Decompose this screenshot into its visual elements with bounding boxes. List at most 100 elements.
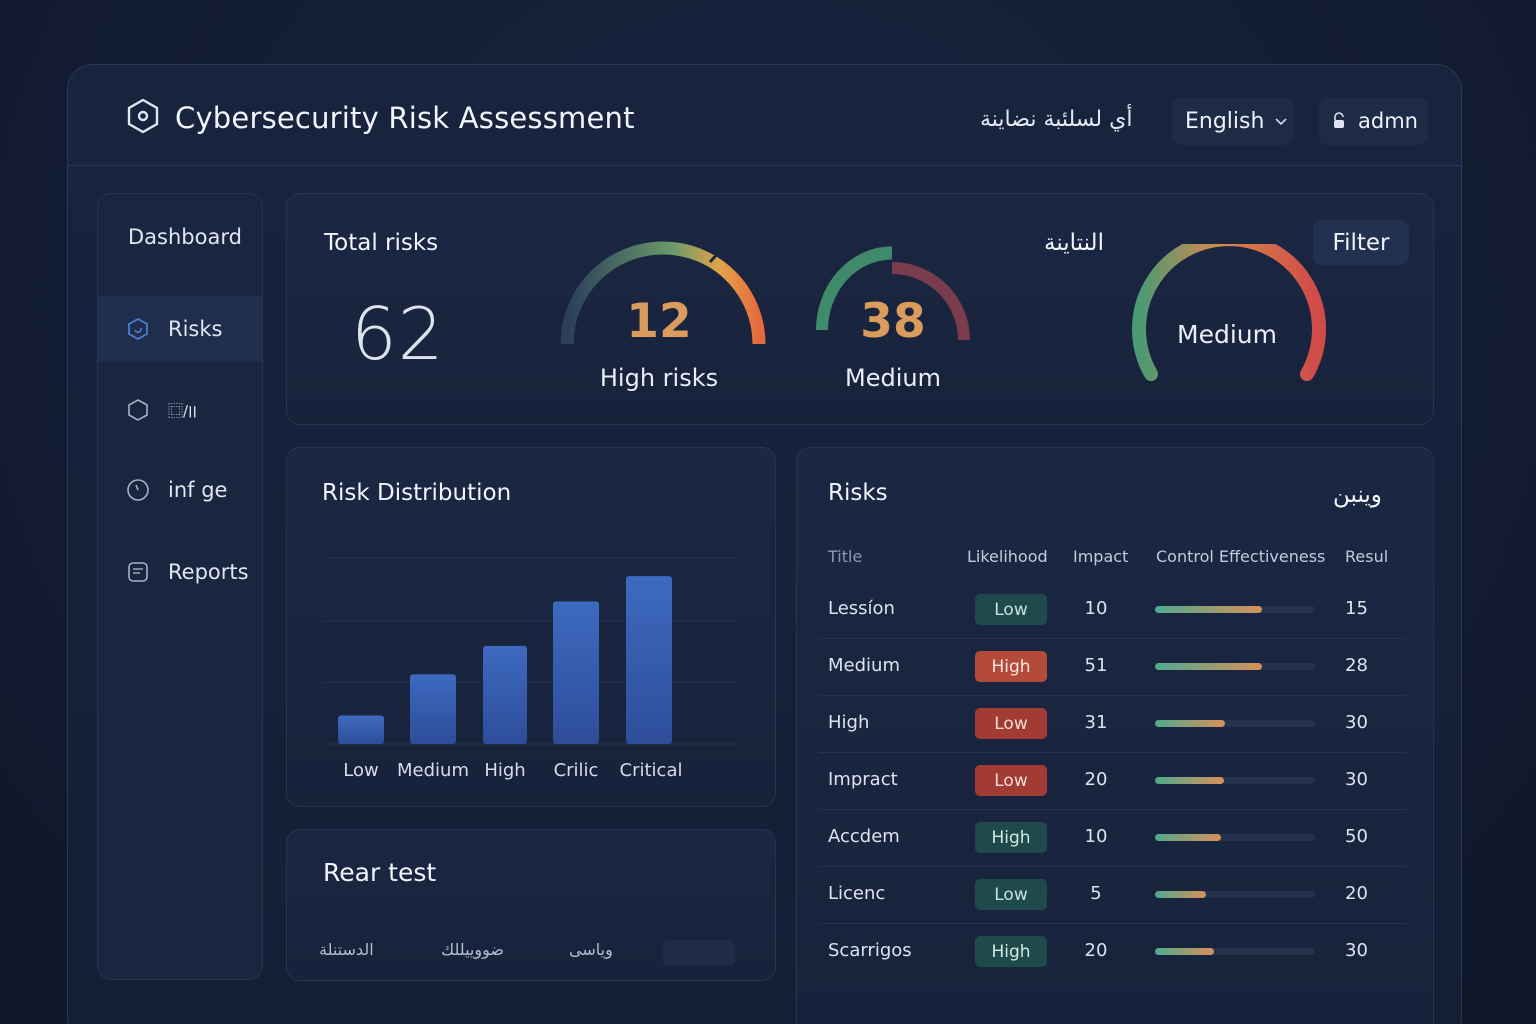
column-header-control-effectiveness[interactable]: Control Effectiveness [1156,547,1325,566]
overall-risk-label: Medium [1177,320,1277,349]
bar-high[interactable] [483,645,527,744]
risks-table-card: Risks وينبن Title Likelihood Impact Cont… [796,447,1434,1024]
column-header-impact[interactable]: Impact [1073,547,1128,566]
recent-action-button[interactable] [663,940,735,966]
control-effectiveness-fill [1155,606,1263,613]
clock-icon [127,479,149,501]
risk-title-cell: Scarrigos [828,940,912,961]
total-risks-label: Total risks [324,230,439,256]
sidebar-item-label: Dashboard [128,225,242,249]
user-name: admn [1358,109,1418,133]
language-select[interactable]: English [1172,97,1294,145]
bar-medium[interactable] [410,674,456,744]
table-row[interactable]: Licenc Low 5 20 [797,867,1433,924]
sidebar-item-dashboard[interactable]: Dashboard [98,214,262,260]
sidebar-item-label: Reports [168,560,249,584]
impact-cell: 20 [1084,769,1108,790]
summary-arabic-label: النتاينة [1044,230,1104,256]
result-cell: 30 [1345,712,1368,733]
result-cell: 15 [1345,598,1368,619]
x-tick-label: Critical [619,760,683,781]
table-row[interactable]: High Low 31 30 [797,696,1433,753]
recent-item: وياسى [569,940,613,959]
document-icon [128,562,148,582]
header-arabic-text: أي لسلئبة نضاينة [980,107,1133,132]
control-effectiveness-fill [1155,777,1224,784]
recent-test-card: Rear test الدستنلة ضووييللك وياسى [286,829,776,981]
user-menu-button[interactable]: admn [1318,97,1428,145]
control-effectiveness-fill [1155,948,1215,955]
column-header-result[interactable]: Resul [1345,547,1389,566]
impact-cell: 10 [1084,598,1108,619]
result-cell: 20 [1345,883,1368,904]
filter-button[interactable]: Filter [1313,220,1409,265]
control-effectiveness-fill [1155,891,1207,898]
likelihood-badge: Low [975,708,1047,739]
likelihood-badge: Low [975,879,1047,910]
recent-item: الدستنلة [319,940,374,959]
bar-crilic[interactable] [553,601,599,745]
result-cell: 30 [1345,940,1368,961]
table-row[interactable]: Accdem High 10 50 [797,810,1433,867]
column-header-title[interactable]: Title [828,547,862,566]
table-row[interactable]: Scarrigos High 20 30 [797,924,1433,981]
risk-title-cell: Licenc [828,883,886,904]
likelihood-badge: Low [975,765,1047,796]
result-cell: 50 [1345,826,1368,847]
risk-title-cell: Accdem [828,826,900,847]
control-effectiveness-bar [1155,606,1315,613]
sidebar: Dashboard Risks ⿴/׀׀ inf ge Reports [97,193,263,980]
hexagon-icon [128,399,148,421]
hexagon-icon [128,317,148,341]
control-effectiveness-bar [1155,948,1315,955]
control-effectiveness-bar [1155,720,1315,727]
control-effectiveness-fill [1155,834,1221,841]
control-effectiveness-bar [1155,777,1315,784]
column-header-likelihood[interactable]: Likelihood [967,547,1048,566]
table-row[interactable]: Medium High 51 28 [797,639,1433,696]
sidebar-item-unknown[interactable]: ⿴/׀׀ [98,390,262,430]
high-risks-label: High risks [599,364,719,392]
lock-icon [1334,112,1344,128]
language-label: English [1185,108,1265,134]
recent-item: ضووييللك [441,940,504,959]
summary-card: Total risks 62 12 High risks 38 Medium ا… [286,193,1434,425]
recent-title: Rear test [323,858,437,887]
control-effectiveness-fill [1155,720,1226,727]
top-header: Cybersecurity Risk Assessment أي لسلئبة … [68,65,1461,166]
risk-title-cell: Medium [828,655,900,676]
app-title: Cybersecurity Risk Assessment [175,101,635,135]
control-effectiveness-bar [1155,891,1315,898]
shield-logo-icon [127,98,159,134]
result-cell: 28 [1345,655,1368,676]
control-effectiveness-bar [1155,663,1315,670]
bar-low[interactable] [338,715,384,745]
impact-cell: 5 [1090,883,1102,904]
sidebar-item-info[interactable]: inf ge [98,470,262,510]
risk-title-cell: Impract [828,769,898,790]
sidebar-item-risks[interactable]: Risks [98,296,262,362]
risk-title-cell: High [828,712,870,733]
table-row[interactable]: Impract Low 20 30 [797,753,1433,810]
sidebar-item-label: Risks [168,317,223,341]
app-window: Cybersecurity Risk Assessment أي لسلئبة … [67,64,1462,1024]
impact-cell: 31 [1084,712,1108,733]
likelihood-badge: Low [975,594,1047,625]
sidebar-item-reports[interactable]: Reports [98,552,262,592]
high-risks-value: 12 [626,294,692,349]
medium-risks-label: Medium [845,364,941,392]
control-effectiveness-fill [1155,663,1263,670]
sidebar-item-label: ⿴/׀׀ [168,401,197,420]
impact-cell: 20 [1084,940,1108,961]
risk-distribution-card: Risk Distribution Low Medium High Crilic Cri… [286,447,776,807]
chevron-down-icon [1275,118,1288,126]
bar-critical[interactable] [626,576,672,744]
table-row[interactable]: Lessíon Low 10 15 [797,582,1433,639]
risks-arabic-title: وينبن [1333,482,1382,508]
result-cell: 30 [1345,769,1368,790]
risk-title-cell: Lessíon [828,598,895,619]
likelihood-badge: High [975,936,1047,967]
likelihood-badge: High [975,651,1047,682]
risks-title: Risks [828,480,888,506]
likelihood-badge: High [975,822,1047,853]
